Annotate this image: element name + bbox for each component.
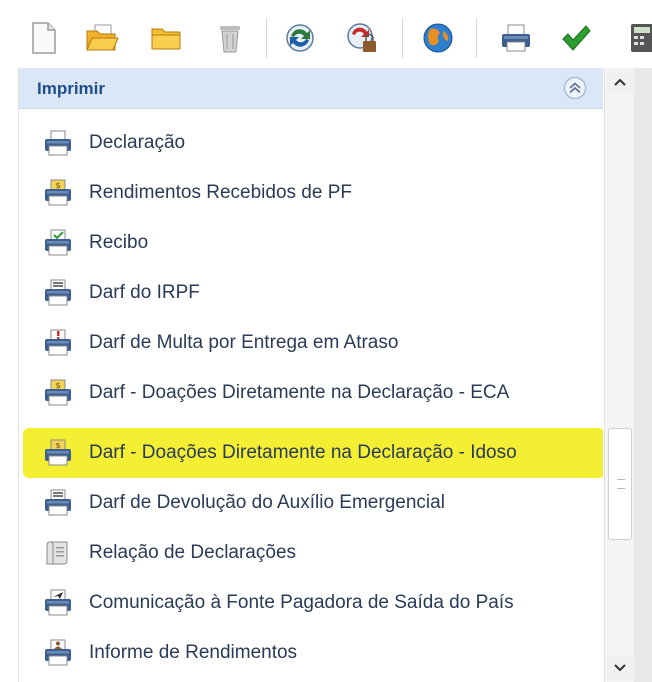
list-item-darf-idoso[interactable]: $ Darf - Doações Diretamente na Declaraç… — [29, 430, 603, 476]
svg-text:$: $ — [55, 441, 60, 450]
document-list-icon — [41, 536, 75, 570]
verify-button[interactable] — [556, 18, 596, 58]
collapse-up-icon[interactable] — [563, 76, 587, 100]
list-item-darf-devolucao[interactable]: Darf de Devolução do Auxílio Emergencial — [29, 480, 603, 526]
list-item-label: Informe de Rendimentos — [89, 642, 298, 663]
chevron-up-icon — [614, 78, 626, 86]
vertical-scrollbar[interactable] — [604, 68, 635, 682]
list-item-label: Darf - Doações Diretamente na Declaração… — [89, 382, 510, 403]
print-button[interactable] — [496, 18, 536, 58]
svg-text:$: $ — [55, 181, 60, 190]
trash-icon — [220, 26, 240, 53]
open-folder-icon — [86, 24, 119, 51]
toolbar — [0, 0, 652, 70]
scroll-down-button[interactable] — [607, 656, 633, 680]
list-item-declaracao[interactable]: Declaração — [29, 120, 603, 166]
globe-icon — [423, 23, 453, 53]
list-item-label: Darf de Multa por Entrega em Atraso — [89, 332, 399, 353]
receipt-lock-icon — [347, 23, 376, 52]
printer-alert-icon — [41, 326, 75, 360]
printer-check-icon — [41, 226, 75, 260]
printer-darf-icon — [41, 486, 75, 520]
scrollbar-thumb[interactable] — [608, 428, 632, 540]
list-item-darf-multa[interactable]: Darf de Multa por Entrega em Atraso — [29, 320, 603, 366]
printer-icon — [502, 24, 530, 52]
list-item-recibo[interactable]: Recibo — [29, 220, 603, 266]
scroll-up-button[interactable] — [607, 70, 633, 94]
calculator-button[interactable] — [622, 18, 652, 58]
panel-header: Imprimir — [19, 68, 603, 109]
list-item-label: Darf do IRPF — [89, 282, 200, 303]
svg-text:$: $ — [55, 381, 60, 390]
new-document-icon — [32, 22, 56, 54]
list-item-relacao[interactable]: Relação de Declarações — [29, 530, 603, 576]
folder-icon — [151, 28, 181, 50]
print-panel: Imprimir Declaração $ Rendimentos Recebi… — [18, 68, 603, 682]
internet-button[interactable] — [418, 18, 458, 58]
check-icon — [562, 25, 591, 51]
printer-money-icon: $ — [41, 376, 75, 410]
list-item-label: Recibo — [89, 232, 149, 253]
folder-button[interactable] — [146, 18, 186, 58]
open-button[interactable] — [82, 18, 122, 58]
list-item-label: Comunicação à Fonte Pagadora de Saída do… — [89, 592, 514, 613]
retrieve-receipt-button[interactable] — [342, 18, 382, 58]
list-item-label: Rendimentos Recebidos de PF — [89, 182, 352, 203]
toolbar-separator — [402, 18, 403, 58]
window-edge — [634, 68, 652, 682]
list-item-label: Darf - Doações Diretamente na Declaração… — [89, 442, 517, 463]
chevron-down-icon — [614, 664, 626, 672]
delete-button[interactable] — [210, 18, 250, 58]
calculator-icon — [631, 24, 652, 52]
printer-darf-icon — [41, 276, 75, 310]
transmit-button[interactable] — [280, 18, 320, 58]
list-item-darf-eca[interactable]: $ Darf - Doações Diretamente na Declaraç… — [29, 370, 603, 416]
toolbar-separator — [266, 18, 267, 58]
toolbar-separator — [476, 18, 477, 58]
list-item-informe[interactable]: Informe de Rendimentos — [29, 630, 603, 676]
list-item-rendimentos-pf[interactable]: $ Rendimentos Recebidos de PF — [29, 170, 603, 216]
printer-money-icon: $ — [41, 436, 75, 470]
grip-icon — [617, 479, 625, 489]
printer-money-icon: $ — [41, 176, 75, 210]
new-document-button[interactable] — [24, 18, 64, 58]
printer-icon — [41, 126, 75, 160]
list-item-label: Darf de Devolução do Auxílio Emergencial — [89, 492, 445, 513]
list-item-label: Declaração — [89, 132, 186, 153]
list-item-comunicacao[interactable]: Comunicação à Fonte Pagadora de Saída do… — [29, 580, 603, 626]
list-item-darf-irpf[interactable]: Darf do IRPF — [29, 270, 603, 316]
panel-title: Imprimir — [37, 79, 106, 98]
printer-person-icon — [41, 636, 75, 670]
list-item-label: Relação de Declarações — [89, 542, 297, 563]
transmit-icon — [286, 24, 314, 52]
printer-plane-icon — [41, 586, 75, 620]
